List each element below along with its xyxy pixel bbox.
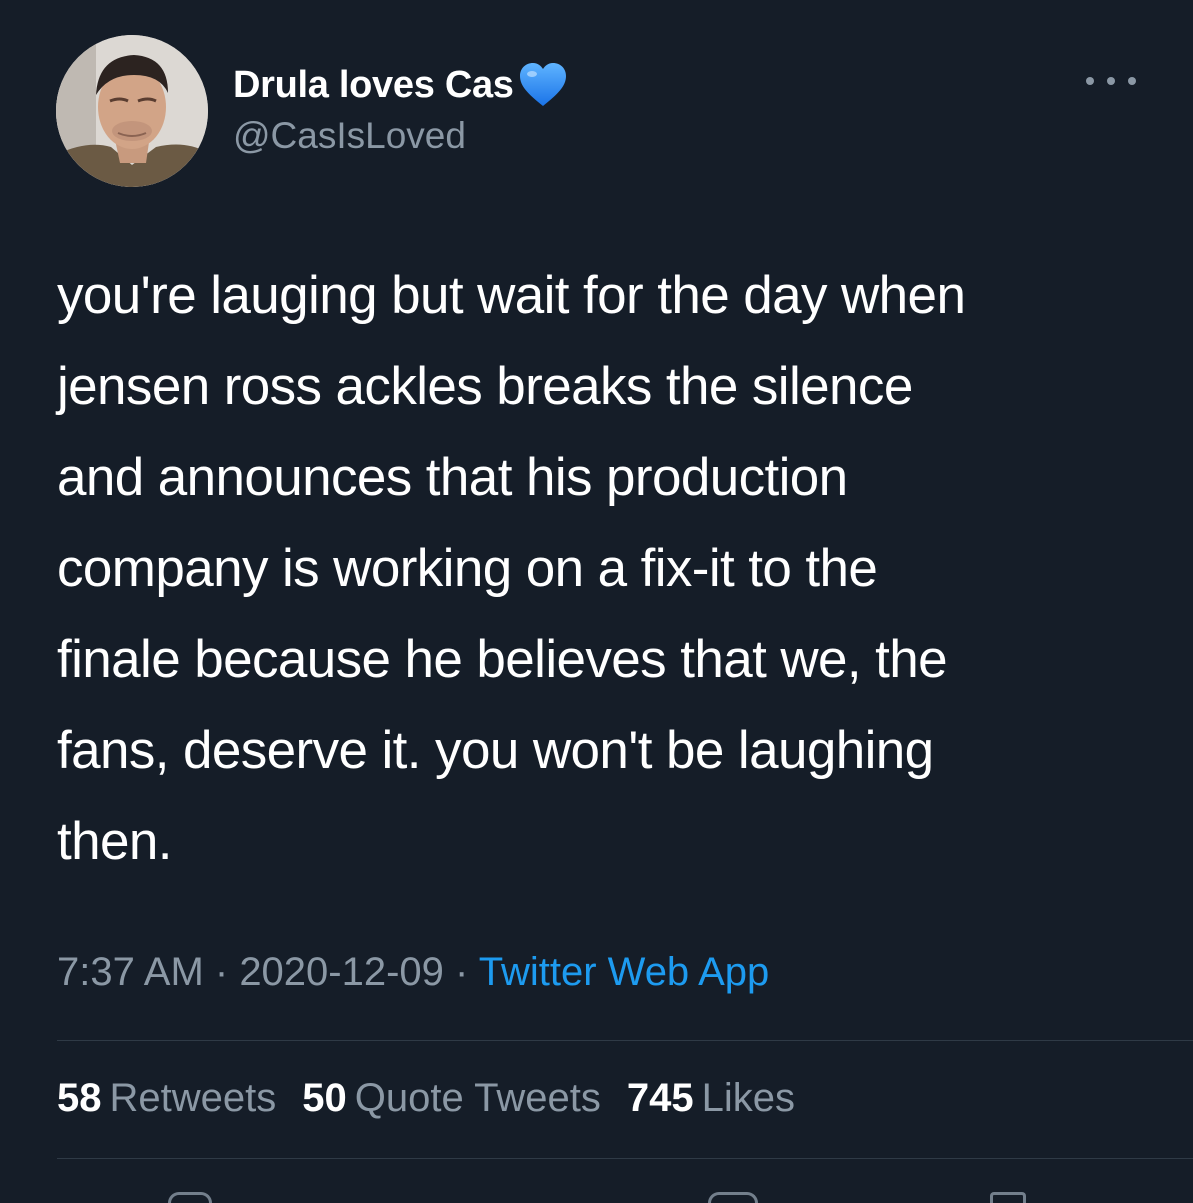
tweet-time[interactable]: 7:37 AM — [57, 950, 204, 994]
meta-separator: · — [443, 950, 479, 994]
tweet-stats: 58 Retweets 50 Quote Tweets 745 Likes — [57, 1076, 795, 1121]
tweet-source-link[interactable]: Twitter Web App — [479, 950, 770, 994]
more-dot-icon — [1128, 77, 1136, 85]
tweet-text: you're lauging but wait for the day when… — [57, 266, 966, 871]
reply-icon[interactable] — [168, 1192, 212, 1203]
quote-tweets-label: Quote Tweets — [354, 1076, 601, 1120]
avatar[interactable] — [56, 35, 208, 187]
meta-separator: · — [203, 950, 240, 994]
like-icon[interactable] — [708, 1192, 758, 1203]
tweet-meta: 7:37 AM · 2020-12-09 · Twitter Web App — [57, 950, 769, 995]
divider — [57, 1040, 1193, 1041]
more-options-button[interactable] — [1086, 66, 1136, 96]
tweet-date[interactable]: 2020-12-09 — [239, 950, 444, 994]
likes-count: 745 — [626, 1076, 694, 1120]
likes-stat[interactable]: 745 Likes — [627, 1076, 795, 1121]
retweets-label: Retweets — [109, 1076, 277, 1120]
quote-tweets-stat[interactable]: 50 Quote Tweets — [302, 1076, 601, 1121]
user-handle[interactable]: @CasIsLoved — [233, 115, 466, 157]
display-name-row[interactable]: Drula loves Cas — [233, 60, 568, 110]
blue-heart-icon — [519, 63, 566, 106]
divider — [57, 1158, 1193, 1159]
more-dot-icon — [1107, 77, 1115, 85]
retweets-count: 58 — [57, 1076, 102, 1120]
retweets-stat[interactable]: 58 Retweets — [57, 1076, 276, 1121]
display-name[interactable]: Drula loves Cas — [233, 64, 514, 107]
quote-tweets-count: 50 — [302, 1076, 347, 1120]
avatar-image — [56, 35, 208, 187]
more-dot-icon — [1086, 77, 1094, 85]
tweet-card: Drula loves Cas @CasIsLoved you're laugi… — [0, 0, 1193, 1203]
share-icon[interactable] — [990, 1192, 1026, 1203]
likes-label: Likes — [701, 1076, 795, 1120]
